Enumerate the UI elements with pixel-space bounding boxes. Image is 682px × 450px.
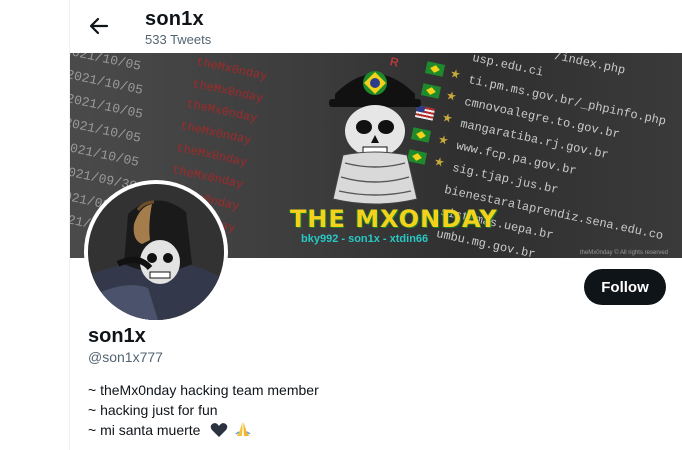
banner-team-title: THE MXONDAY (290, 205, 498, 233)
follow-button[interactable]: Follow (584, 269, 666, 305)
back-button[interactable] (84, 11, 114, 41)
avatar[interactable] (84, 180, 228, 324)
skull-mascot-icon (329, 71, 421, 205)
banner-team-members: bky992 - son1x - xtdin66 (301, 233, 429, 245)
arrow-left-icon (89, 17, 109, 35)
avatar-image (88, 184, 224, 320)
profile-header: son1x 533 Tweets (70, 0, 682, 53)
bio-line-with-emoji: ~ mi santa muerte (88, 420, 319, 440)
tweet-count: 533 Tweets (145, 32, 212, 47)
star-icon: ★ (436, 132, 451, 148)
star-icon: ★ (432, 154, 447, 170)
star-icon: ★ (448, 66, 463, 82)
star-icon: ★ (444, 88, 459, 104)
profile-bio: ~ theMx0nday hacking team member ~ hacki… (88, 380, 319, 440)
bio-line: ~ mi santa muerte (88, 422, 201, 438)
folded-hands-icon (235, 422, 251, 436)
bio-line: ~ theMx0nday hacking team member (88, 382, 319, 398)
brazil-flag-icon (424, 61, 446, 77)
domain-text: /index.php (553, 53, 627, 78)
black-heart-icon (211, 423, 228, 437)
banner-watermark: theMx0nday © All rights reserved (579, 250, 668, 256)
profile-name: son1x (88, 325, 146, 347)
profile-handle: @son1x777 (88, 349, 163, 365)
bio-line: ~ hacking just for fun (88, 402, 218, 418)
star-icon: ★ (440, 110, 455, 126)
header-title: son1x (145, 8, 204, 30)
